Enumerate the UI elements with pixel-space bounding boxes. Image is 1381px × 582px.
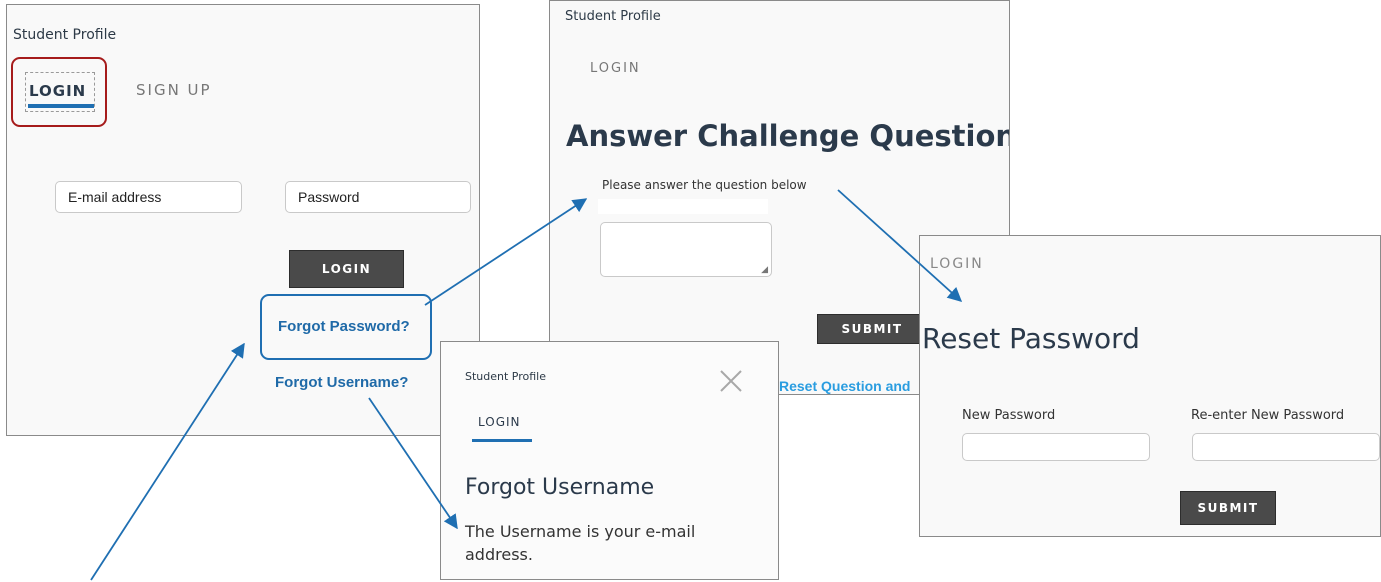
arrow-to-username — [368, 397, 458, 530]
annotation-arrows — [90, 189, 963, 581]
arrow-to-forgot-password — [90, 342, 245, 581]
arrow-to-reset — [837, 189, 963, 302]
arrow-to-challenge — [424, 198, 588, 306]
